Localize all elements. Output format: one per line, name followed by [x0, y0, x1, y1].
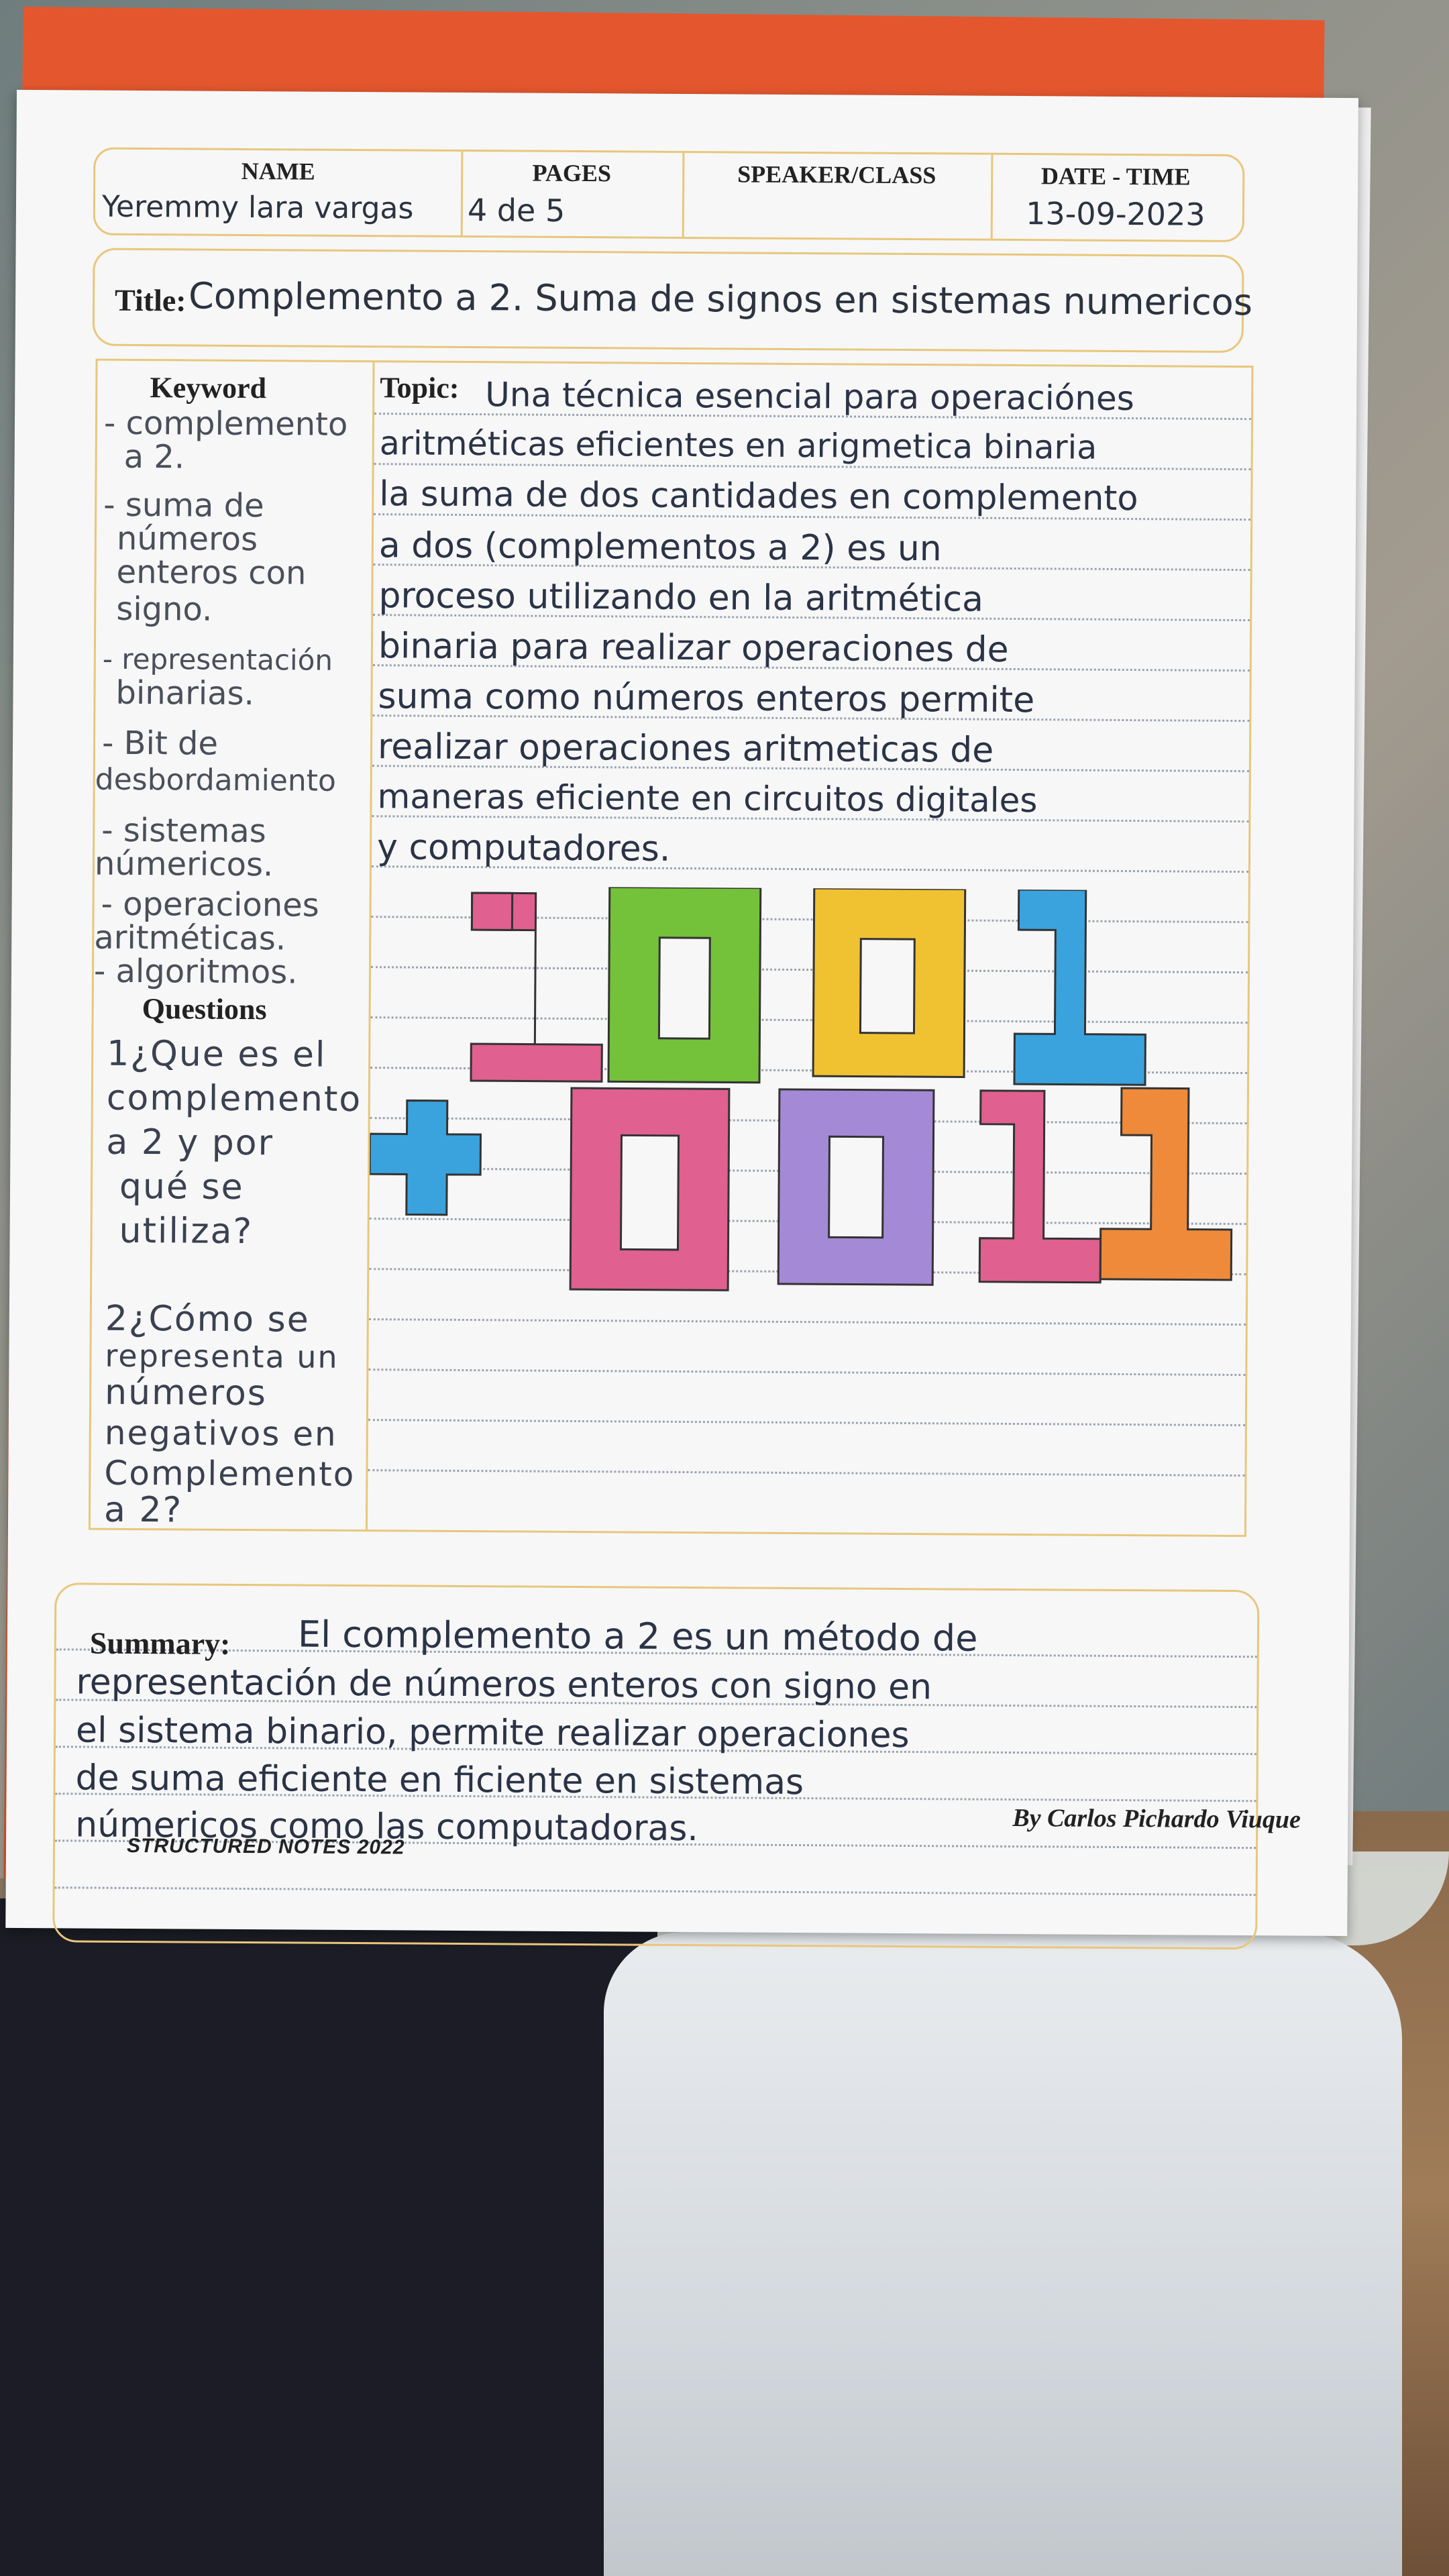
ruled-line	[54, 1886, 1256, 1896]
keyword-item: desbordamiento	[95, 762, 337, 798]
topic-column: Topic: Una técnica esencial para operaci…	[368, 362, 1252, 1535]
white-chair	[604, 1932, 1402, 2576]
ruled-line	[368, 1368, 1246, 1377]
speaker-value	[689, 193, 984, 195]
digit-1-orange	[1099, 1087, 1233, 1281]
summary-line: El complemento a 2 es un método de	[297, 1613, 978, 1660]
keyword-item: - Bit de	[101, 724, 219, 763]
keyword-item: - representación	[102, 642, 333, 677]
name-value: Yeremmy lara vargas	[101, 189, 414, 226]
topic-line: proceso utilizando en la aritmética	[378, 576, 984, 620]
question-line: 1¿Que es el	[107, 1033, 327, 1075]
pages-cell: PAGES 4 de 5	[460, 151, 685, 237]
summary-label: Summary:	[89, 1625, 231, 1661]
notes-page: NAME Yeremmy lara vargas PAGES 4 de 5 SP…	[5, 89, 1358, 1950]
keyword-item: númericos.	[94, 845, 274, 884]
main-notes-area: Keyword - complemento a 2. - suma de núm…	[88, 358, 1254, 1538]
keyword-item: - suma de	[103, 486, 264, 525]
plus-sign-blue	[368, 1099, 482, 1216]
topic-line: realizar operaciones aritmeticas de	[377, 727, 994, 771]
summary-line: representación de números enteros con si…	[76, 1662, 932, 1708]
topic-line: suma como números enteros permite	[378, 676, 1035, 721]
topic-line: Una técnica esencial para operaciónes	[485, 375, 1134, 419]
keyword-item: signo.	[116, 590, 213, 629]
question-line: qué se	[119, 1166, 244, 1208]
digit-0-green	[607, 885, 762, 1084]
digit-1-blue	[1013, 888, 1146, 1086]
pages-value: 4 de 5	[467, 191, 566, 229]
topic-label: Topic:	[380, 371, 460, 405]
keyword-item: - algoritmos.	[93, 952, 298, 991]
keyword-heading: Keyword	[150, 371, 267, 405]
summary-line: de suma eficiente en ficiente en sistema…	[75, 1758, 804, 1803]
digit-1-pink	[470, 892, 603, 1083]
digit-0-purple	[777, 1088, 935, 1286]
topic-line: a dos (complementos a 2) es un	[378, 525, 942, 570]
keyword-item: enteros con	[116, 553, 307, 592]
keyword-item: números	[116, 519, 258, 559]
keyword-item: aritméticas.	[94, 918, 286, 958]
ruled-line	[368, 1469, 1245, 1477]
keyword-item: - complemento	[103, 404, 348, 443]
person-legs	[0, 1898, 657, 2576]
title-value: Complemento a 2. Suma de signos en siste…	[188, 274, 1253, 324]
question-line: a 2?	[103, 1489, 183, 1531]
summary-box: Summary: El complemento a 2 es un método…	[52, 1582, 1260, 1950]
summary-line: el sistema binario, permite realizar ope…	[75, 1710, 910, 1756]
digit-0-yellow	[812, 887, 967, 1079]
keyword-item: binarias.	[115, 674, 255, 713]
topic-line: binaria para realizar operaciones de	[378, 626, 1009, 670]
topic-line: la suma de dos cantidades en complemento	[379, 474, 1138, 519]
question-line: a 2 y por	[106, 1122, 274, 1164]
topic-line: aritméticas eficientes en arigmetica bin…	[379, 424, 1097, 467]
question-line: complemento	[106, 1077, 362, 1120]
keyword-column: Keyword - complemento a 2. - suma de núm…	[90, 360, 375, 1530]
title-box: Title: Complemento a 2. Suma de signos e…	[92, 248, 1252, 354]
keyword-item: - operaciones	[101, 885, 319, 924]
keyword-item: a 2.	[123, 437, 185, 476]
keyword-item: - sistemas	[101, 811, 266, 851]
brand-footer: STRUCTURED NOTES 2022	[126, 1834, 405, 1859]
digit-0-pink	[569, 1087, 731, 1291]
topic-line: y computadores.	[376, 827, 671, 869]
questions-heading: Questions	[142, 992, 267, 1026]
name-cell: NAME Yeremmy lara vargas	[95, 149, 464, 235]
date-value: 13-09-2023	[1026, 195, 1205, 233]
signature: By Carlos Pichardo Viuque	[1012, 1804, 1301, 1834]
title-label: Title:	[114, 282, 186, 318]
ruled-line	[368, 1419, 1245, 1427]
name-label: NAME	[241, 157, 315, 185]
speaker-label: SPEAKER/CLASS	[737, 160, 936, 189]
topic-line: maneras eficiente en circuitos digitales	[377, 777, 1038, 820]
pages-label: PAGES	[532, 159, 612, 187]
date-cell: DATE - TIME 13-09-2023	[991, 155, 1241, 240]
question-line: negativos en	[104, 1413, 337, 1454]
speaker-cell: SPEAKER/CLASS	[682, 152, 994, 239]
question-line: números	[104, 1372, 268, 1414]
header-box: NAME Yeremmy lara vargas PAGES 4 de 5 SP…	[93, 147, 1245, 243]
date-label: DATE - TIME	[1040, 162, 1191, 191]
question-line: utiliza?	[119, 1210, 254, 1252]
digit-1-pink-second	[978, 1089, 1102, 1284]
binary-addition-drawing	[368, 885, 1233, 1291]
